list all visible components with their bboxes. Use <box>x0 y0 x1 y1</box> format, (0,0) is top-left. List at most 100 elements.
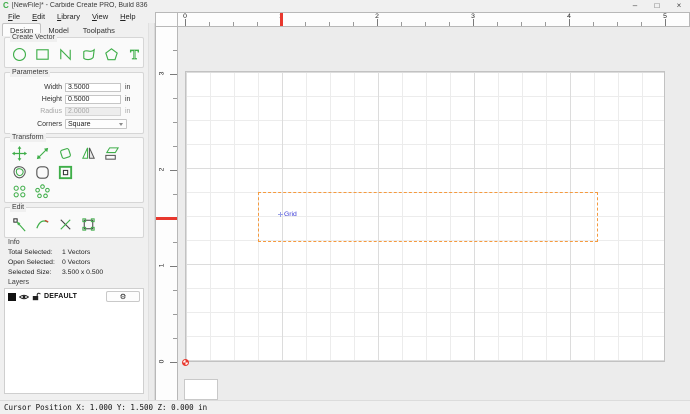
info-open-selected: Open Selected: 0 Vectors <box>8 259 144 266</box>
ruler-tick <box>173 146 177 147</box>
height-label: Height <box>5 96 65 103</box>
ruler-tick <box>593 22 594 26</box>
ruler-tick <box>545 22 546 26</box>
unlock-icon[interactable] <box>32 288 41 306</box>
ruler-tick <box>641 22 642 26</box>
trim-tool-icon[interactable] <box>32 215 53 234</box>
ruler-label: 5 <box>663 13 667 20</box>
width-input[interactable]: 3.5000 <box>65 83 121 92</box>
height-input[interactable]: 0.5000 <box>65 95 121 104</box>
rectangle-tool-icon[interactable] <box>32 45 53 64</box>
menu-library[interactable]: Library <box>52 11 85 23</box>
info-label: Open Selected: <box>8 259 56 266</box>
ruler-tick <box>233 22 234 26</box>
close-button[interactable]: × <box>668 1 690 11</box>
anchor-point-icon <box>278 212 283 217</box>
polyline-tool-icon[interactable] <box>55 45 76 64</box>
layer-color-swatch[interactable] <box>8 293 16 301</box>
layer-row[interactable]: DEFAULT ⚙ <box>5 289 143 304</box>
node-edit-tool-icon[interactable] <box>9 215 30 234</box>
ruler-label: 3 <box>471 13 475 20</box>
info-value: 1 Vectors <box>62 249 90 256</box>
ruler-tick <box>617 22 618 26</box>
tab-toolpaths[interactable]: Toolpaths <box>76 24 122 36</box>
ruler-tick <box>173 242 177 243</box>
corners-label: Corners <box>5 121 65 128</box>
ruler-tick <box>473 19 474 26</box>
ruler-tick <box>569 19 570 26</box>
design-canvas[interactable]: Grid <box>178 27 690 400</box>
selection-label[interactable]: Grid <box>278 211 297 218</box>
circle-tool-icon[interactable] <box>9 45 30 64</box>
parameters-title: Parameters <box>10 68 50 77</box>
selection-label-text: Grid <box>284 211 297 218</box>
ruler-tick <box>377 19 378 26</box>
ruler-tick <box>173 50 177 51</box>
menu-help[interactable]: Help <box>115 11 140 23</box>
ruler-label: 1 <box>159 261 166 271</box>
ruler-tick <box>401 22 402 26</box>
transform-title: Transform <box>10 133 46 142</box>
stock-area[interactable]: Grid <box>185 71 665 362</box>
ruler-tick <box>449 22 450 26</box>
info-title: Info <box>8 239 20 246</box>
skew-tool-icon[interactable] <box>101 144 122 163</box>
selection-rectangle[interactable] <box>258 192 598 242</box>
rotate-tool-icon[interactable] <box>55 144 76 163</box>
polygon-tool-icon[interactable] <box>101 45 122 64</box>
gear-icon: ⚙ <box>120 292 127 302</box>
corners-value: Square <box>68 121 91 128</box>
transform-group: Transform <box>4 137 144 203</box>
minimize-button[interactable]: – <box>624 1 646 11</box>
width-unit: in <box>125 84 130 91</box>
ruler-tick <box>173 338 177 339</box>
curve-tool-icon[interactable] <box>78 45 99 64</box>
ruler-tick <box>665 19 666 26</box>
width-label: Width <box>5 84 65 91</box>
layer-name: DEFAULT <box>44 293 77 300</box>
app-window: C [NewFile]* - Carbide Create PRO, Build… <box>0 0 690 414</box>
nest-tool-icon[interactable] <box>55 163 76 182</box>
move-tool-icon[interactable] <box>9 144 30 163</box>
radius-unit: in <box>125 108 130 115</box>
layer-settings-button[interactable]: ⚙ <box>106 291 140 302</box>
info-label: Total Selected: <box>8 249 56 256</box>
status-bar: Cursor Position X: 1.000 Y: 1.500 Z: 0.0… <box>0 400 690 414</box>
ruler-tick <box>170 362 177 363</box>
edit-group: Edit <box>4 207 144 238</box>
ruler-label: 3 <box>159 69 166 79</box>
break-tool-icon[interactable] <box>55 215 76 234</box>
v-ruler-cursor-marker <box>156 217 177 220</box>
ruler-label: 2 <box>159 165 166 175</box>
eye-icon[interactable] <box>19 288 29 306</box>
circular-array-tool-icon[interactable] <box>32 182 53 201</box>
menu-view[interactable]: View <box>87 11 113 23</box>
linear-array-tool-icon[interactable] <box>9 182 30 201</box>
parameters-group: Parameters Width 3.5000 in Height 0.5000… <box>4 72 144 134</box>
maximize-button[interactable]: □ <box>646 1 668 11</box>
ruler-label: 4 <box>567 13 571 20</box>
ruler-corner <box>155 12 178 27</box>
h-ruler: 012345 <box>178 12 690 27</box>
menu-edit[interactable]: Edit <box>27 11 50 23</box>
titlebar: C [NewFile]* - Carbide Create PRO, Build… <box>0 0 690 11</box>
flip-tool-icon[interactable] <box>78 144 99 163</box>
corners-dropdown[interactable]: Square <box>65 119 127 129</box>
scale-tool-icon[interactable] <box>32 144 53 163</box>
merge-tool-icon[interactable] <box>78 215 99 234</box>
origin-marker-icon <box>182 359 189 366</box>
round-corners-tool-icon[interactable] <box>32 163 53 182</box>
ruler-tick <box>209 22 210 26</box>
ruler-tick <box>353 22 354 26</box>
menu-bar: File Edit Library View Help <box>0 11 150 23</box>
panel-scrollbar[interactable] <box>148 23 155 400</box>
ruler-tick <box>257 22 258 26</box>
menu-file[interactable]: File <box>3 11 25 23</box>
layers-title: Layers <box>8 279 29 286</box>
text-tool-icon[interactable]: T <box>124 45 145 64</box>
offset-tool-icon[interactable] <box>9 163 30 182</box>
ruler-tick <box>173 194 177 195</box>
height-unit: in <box>125 96 130 103</box>
edit-title: Edit <box>10 203 26 212</box>
ruler-tick <box>521 22 522 26</box>
